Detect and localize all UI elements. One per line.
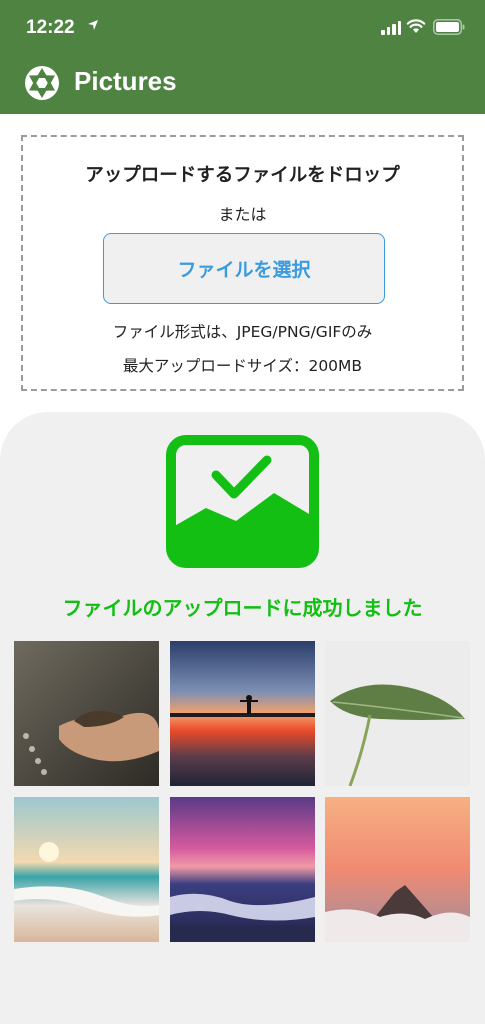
image-checkmark-icon xyxy=(166,435,319,568)
thumbnail-6[interactable] xyxy=(325,797,470,942)
upload-success-message: ファイルのアップロードに成功しました xyxy=(62,596,423,620)
hands-holding-soil-image xyxy=(14,641,159,786)
green-leaf-image xyxy=(325,641,470,786)
status-time: 12:22 xyxy=(26,17,75,38)
location-arrow-icon xyxy=(88,20,98,30)
file-drop-zone[interactable]: アップロードするファイルをドロップ または ファイルを選択 ファイル形式は、JP… xyxy=(21,135,464,391)
allowed-formats-text: ファイル形式は、JPEG/PNG/GIFのみ xyxy=(112,323,373,341)
max-upload-size-text: 最大アップロードサイズ：200MB xyxy=(122,357,363,375)
ocean-purple-sky-image xyxy=(170,797,315,942)
drop-zone-title: アップロードするファイルをドロップ xyxy=(85,165,400,186)
thumbnail-2[interactable] xyxy=(170,641,315,786)
mountain-peak-clouds-image xyxy=(325,797,470,942)
app-title: Pictures xyxy=(74,66,177,96)
cellular-signal-icon xyxy=(381,21,401,35)
thumbnail-5[interactable] xyxy=(170,797,315,942)
thumbnail-4[interactable] xyxy=(14,797,159,942)
camera-aperture-logo-icon xyxy=(25,66,59,100)
thumbnail-3[interactable] xyxy=(325,641,470,786)
select-file-button[interactable]: ファイルを選択 xyxy=(103,233,385,304)
thumbnail-1[interactable] xyxy=(14,641,159,786)
wifi-icon xyxy=(406,19,426,33)
person-at-sunset-image xyxy=(170,641,315,786)
beach-sunrise-image xyxy=(14,797,159,942)
drop-zone-or-text: または xyxy=(218,205,267,224)
battery-icon xyxy=(433,19,465,35)
app-header: 12:22 Pictures xyxy=(0,0,485,114)
